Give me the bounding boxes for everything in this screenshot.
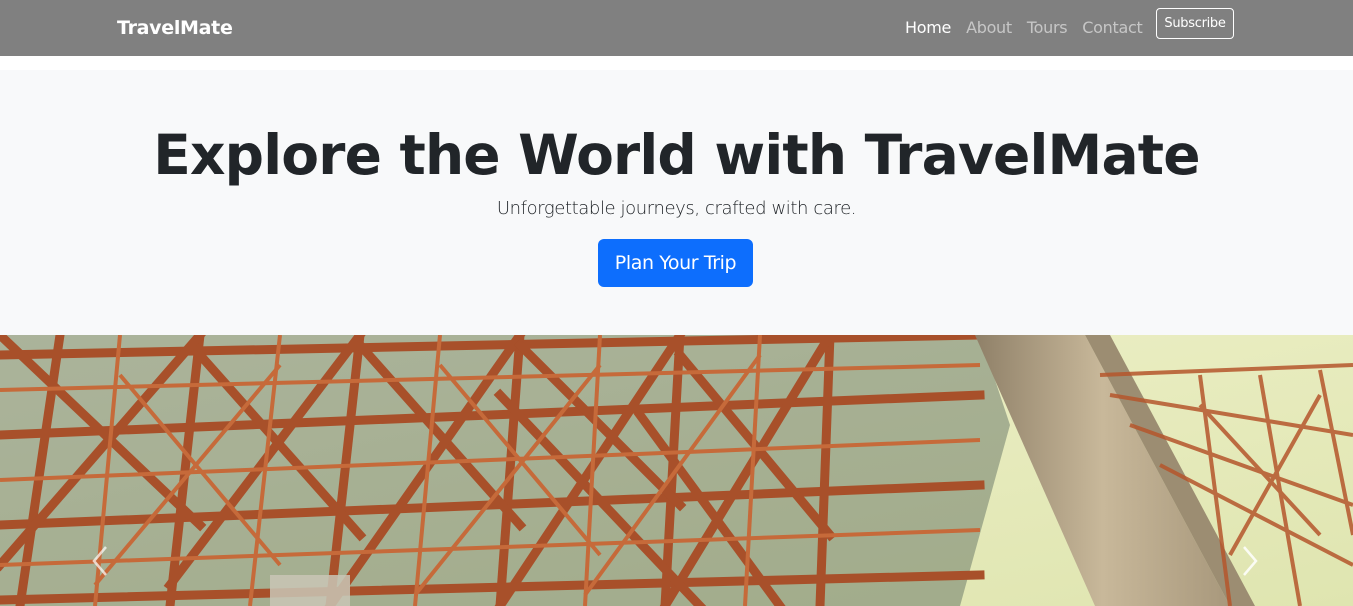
chevron-left-icon <box>92 546 107 576</box>
navbar: TravelMate Home About Tours Contact Subs… <box>0 0 1353 56</box>
carousel-next-control[interactable] <box>1230 525 1270 597</box>
nav-link-tours[interactable]: Tours <box>1027 18 1068 38</box>
nav-links: Home About Tours Contact <box>905 18 1157 38</box>
subscribe-button[interactable]: Subscribe <box>1156 8 1234 39</box>
hero-title: Explore the World with TravelMate <box>153 123 1200 187</box>
hero-subtitle: Unforgettable journeys, crafted with car… <box>496 198 857 219</box>
hero-section: Explore the World with TravelMate Unforg… <box>0 70 1353 335</box>
chevron-right-icon <box>1243 546 1258 576</box>
carousel-slide-image <box>0 335 1353 606</box>
nav-link-home[interactable]: Home <box>905 18 951 38</box>
carousel-prev-control[interactable] <box>80 525 120 597</box>
nav-link-contact[interactable]: Contact <box>1082 18 1142 38</box>
image-carousel <box>0 335 1353 606</box>
plan-trip-button[interactable]: Plan Your Trip <box>598 239 753 287</box>
nav-link-about[interactable]: About <box>966 18 1012 38</box>
brand-logo[interactable]: TravelMate <box>117 16 233 40</box>
